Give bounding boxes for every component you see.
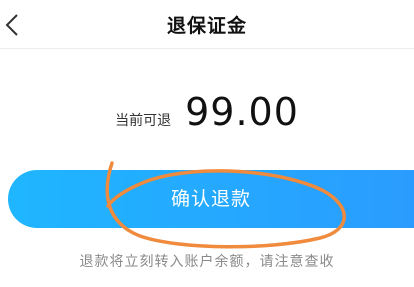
refundable-amount-value: 99.00 bbox=[185, 90, 299, 134]
refundable-amount-row: 当前可退 99.00 bbox=[0, 90, 414, 140]
confirm-refund-button[interactable]: 确认退款 bbox=[8, 170, 414, 228]
page-title: 退保证金 bbox=[166, 15, 247, 37]
refundable-amount-label: 当前可退 bbox=[115, 113, 172, 129]
nav-bar: 退保证金 bbox=[0, 0, 414, 49]
refund-notice-text: 退款将立刻转入账户余额，请注意查收 bbox=[79, 254, 335, 270]
